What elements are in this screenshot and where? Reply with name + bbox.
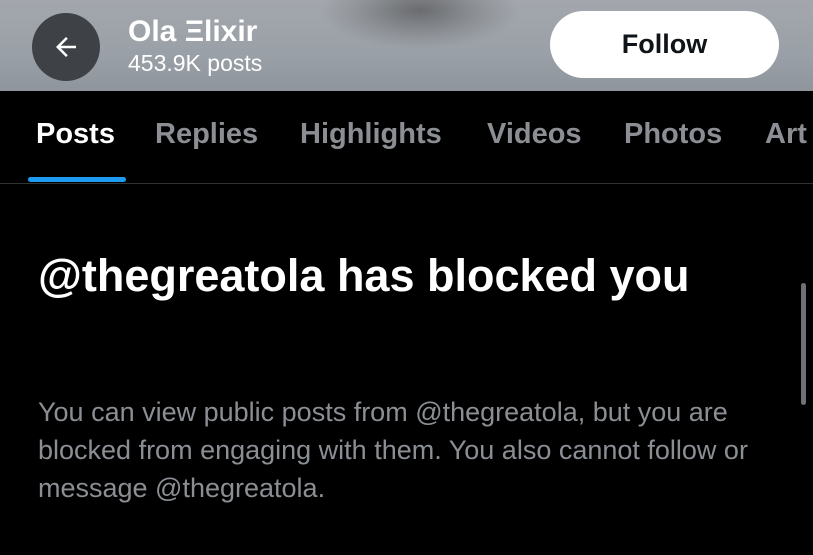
tab-replies[interactable]: Replies <box>155 118 258 151</box>
tab-highlights[interactable]: Highlights <box>300 118 442 151</box>
tab-videos[interactable]: Videos <box>487 118 582 151</box>
follow-button[interactable]: Follow <box>550 11 779 78</box>
profile-name: Ola Ξlixir <box>128 15 258 48</box>
blocked-description: You can view public posts from @thegreat… <box>38 397 748 503</box>
tab-photos[interactable]: Photos <box>624 118 722 151</box>
header-banner-image <box>320 0 520 50</box>
tab-articles[interactable]: Art <box>765 118 807 151</box>
arrow-left-icon <box>56 37 76 57</box>
blocked-title: @thegreatola has blocked you <box>38 250 690 301</box>
active-tab-indicator <box>28 177 126 182</box>
profile-header: Ola Ξlixir 453.9K posts Follow <box>0 0 813 91</box>
scrollbar[interactable] <box>801 283 806 405</box>
back-button[interactable] <box>32 13 100 81</box>
profile-tabs: Posts Replies Highlights Videos Photos A… <box>0 91 813 184</box>
tab-posts[interactable]: Posts <box>36 118 115 151</box>
profile-screen: Ola Ξlixir 453.9K posts Follow Posts Rep… <box>0 0 813 555</box>
post-count: 453.9K posts <box>128 50 263 76</box>
